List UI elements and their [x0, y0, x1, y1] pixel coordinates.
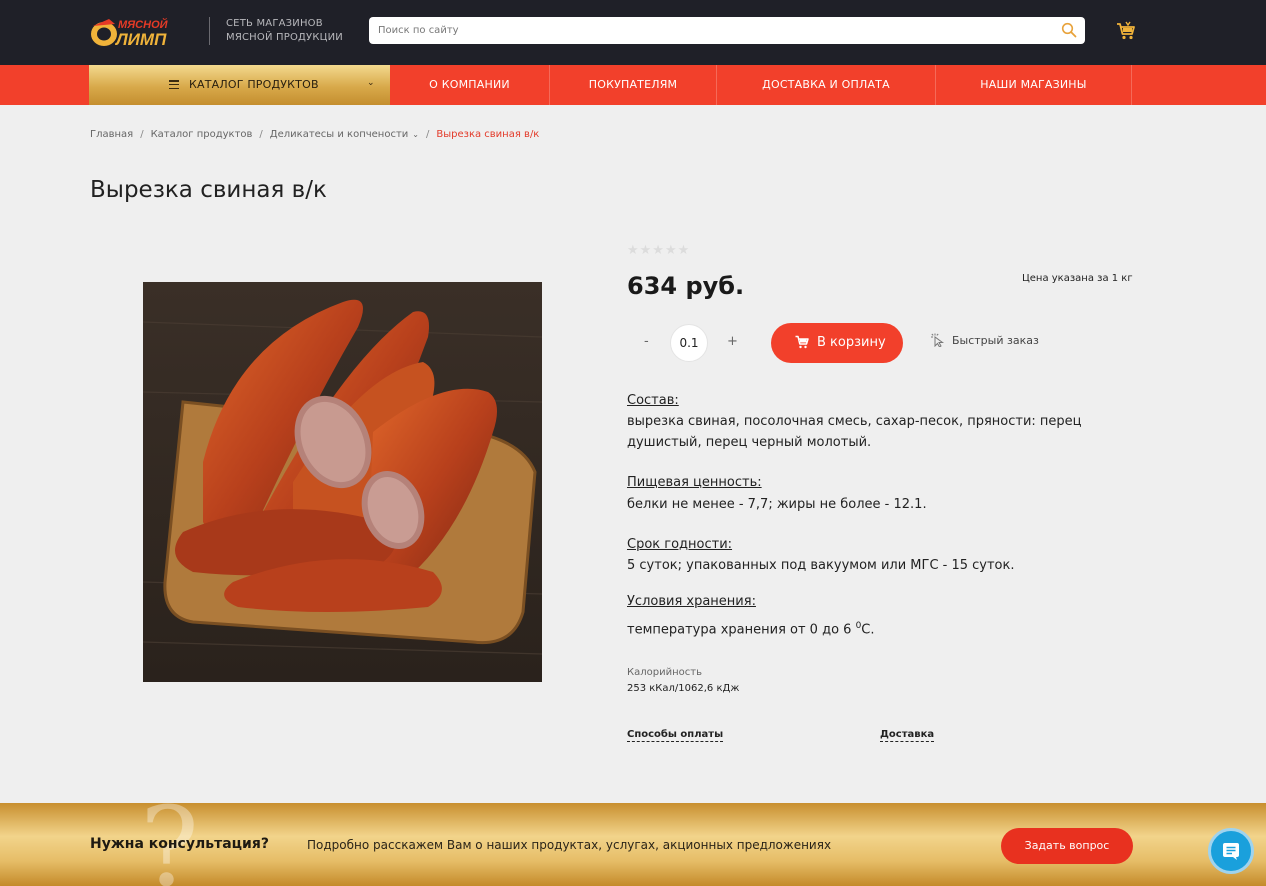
svg-text:ЛИМП: ЛИМП — [114, 30, 167, 48]
search-input[interactable] — [369, 17, 1049, 44]
cart-icon[interactable] — [1116, 21, 1136, 41]
quantity-input[interactable]: 0.1 — [670, 324, 708, 362]
quick-order-button[interactable]: Быстрый заказ — [930, 333, 1039, 348]
shelf-life-heading: Срок годности: — [627, 537, 733, 552]
tagline-line-1: СЕТЬ МАГАЗИНОВ — [226, 18, 323, 29]
nav-item-company[interactable]: О КОМПАНИИ — [390, 65, 550, 105]
consultation-text: Подробно расскажем Вам о наших продуктах… — [307, 838, 832, 852]
search-icon[interactable] — [1061, 22, 1077, 38]
storage-heading: Условия хранения: — [627, 594, 756, 609]
breadcrumb-separator: / — [426, 129, 430, 140]
logo-divider — [209, 17, 210, 45]
calories-heading: Калорийность — [627, 667, 702, 678]
tagline: СЕТЬ МАГАЗИНОВ МЯСНОЙ ПРОДУКЦИИ — [226, 17, 343, 45]
nav-item-customers[interactable]: ПОКУПАТЕЛЯМ — [550, 65, 717, 105]
quantity-decrease-button[interactable]: - — [644, 334, 649, 349]
storage-text-main: температура хранения от 0 до 6 — [627, 622, 856, 638]
nutrition-text: белки не менее - 7,7; жиры не более - 12… — [627, 497, 927, 512]
product-image[interactable] — [143, 282, 542, 682]
breadcrumb-separator: / — [259, 129, 263, 140]
tagline-line-2: МЯСНОЙ ПРОДУКЦИИ — [226, 32, 343, 43]
page-title: Вырезка свиная в/к — [90, 177, 327, 203]
ask-question-button[interactable]: Задать вопрос — [1001, 828, 1133, 864]
catalog-menu-button[interactable]: КАТАЛОГ ПРОДУКТОВ ⌄ — [89, 65, 390, 105]
breadcrumb-separator: / — [140, 129, 144, 140]
breadcrumb-category[interactable]: Деликатесы и копчености — [270, 129, 409, 140]
chevron-down-icon[interactable]: ⌄ — [412, 130, 419, 139]
search-box — [369, 17, 1085, 44]
nav-item-stores[interactable]: НАШИ МАГАЗИНЫ — [936, 65, 1132, 105]
consultation-heading: Нужна консультация? — [90, 836, 269, 852]
composition-text: вырезка свиная, посолочная смесь, сахар-… — [627, 414, 1082, 450]
quick-order-label: Быстрый заказ — [952, 334, 1039, 347]
chat-icon — [1223, 843, 1239, 860]
breadcrumb-current: Вырезка свиная в/к — [436, 129, 540, 140]
calories-value: 253 кКал/1062,6 кДж — [627, 683, 740, 694]
product-price: 634 руб. — [627, 272, 745, 300]
add-to-cart-label: В корзину — [817, 335, 886, 350]
price-note: Цена указана за 1 кг — [1022, 273, 1133, 284]
add-to-cart-button[interactable]: В корзину — [771, 323, 903, 363]
chat-widget-button[interactable] — [1208, 828, 1254, 874]
site-logo[interactable]: МЯСНОЙ ЛИМП — [89, 16, 197, 48]
rating-stars[interactable]: ★★★★★ — [627, 243, 690, 258]
question-mark-decoration: ? — [140, 783, 199, 886]
cart-icon — [795, 335, 809, 349]
cursor-click-icon — [931, 333, 945, 348]
composition-heading: Состав: — [627, 393, 679, 408]
storage-text-unit: С. — [861, 622, 875, 638]
breadcrumb-home[interactable]: Главная — [90, 129, 133, 140]
breadcrumb-catalog[interactable]: Каталог продуктов — [151, 129, 253, 140]
shelf-life-text: 5 суток; упакованных под вакуумом или МГ… — [627, 558, 1015, 573]
catalog-label: КАТАЛОГ ПРОДУКТОВ — [189, 78, 319, 91]
breadcrumb: Главная / Каталог продуктов / Деликатесы и к… — [90, 129, 539, 140]
nav-item-delivery[interactable]: ДОСТАВКА И ОПЛАТА — [717, 65, 936, 105]
storage-text: температура хранения от 0 до 6 0С. — [627, 616, 1107, 640]
menu-icon — [169, 80, 179, 90]
quantity-increase-button[interactable]: + — [727, 334, 738, 349]
chevron-down-icon: ⌄ — [367, 78, 375, 88]
delivery-link[interactable]: Доставка — [880, 729, 935, 742]
nutrition-heading: Пищевая ценность: — [627, 475, 762, 490]
payment-methods-link[interactable]: Способы оплаты — [627, 729, 724, 742]
